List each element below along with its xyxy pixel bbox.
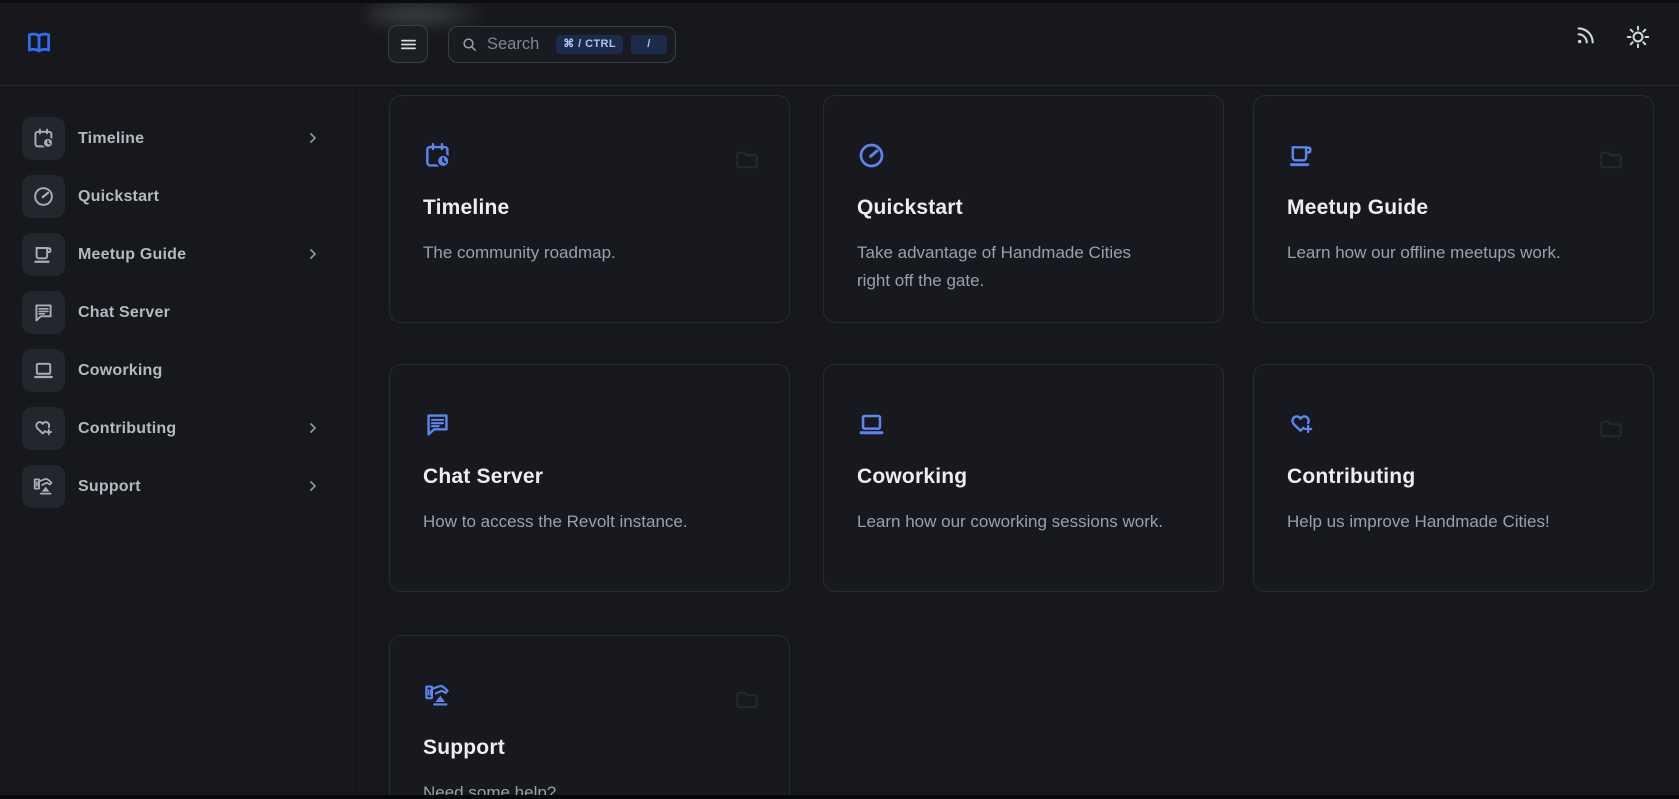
sidebar-item-support[interactable]: Support [22,465,335,508]
chevron-right-icon[interactable] [306,421,320,435]
card-chat-server[interactable]: Chat Server How to access the Revolt ins… [389,364,790,592]
sidebar-item-label: Support [78,478,141,496]
sidebar-navigation: Timeline Quickstart [0,87,357,799]
laptop-icon [22,349,65,392]
sidebar-item-label: Quickstart [78,188,159,206]
sidebar-item-label: Coworking [78,362,162,380]
shortcut-badge-cmd-ctrl: ⌘ / CTRL [556,35,623,54]
search-icon [461,36,479,54]
card-coworking[interactable]: Coworking Learn how our coworking sessio… [823,364,1224,592]
heart-plus-icon [1287,410,1316,439]
header-actions [1574,24,1650,49]
card-contributing[interactable]: Contributing Help us improve Handmade Ci… [1253,364,1654,592]
calendar-clock-icon [22,117,65,160]
card-title: Support [423,736,505,760]
card-title: Contributing [1287,465,1415,489]
card-description: Take advantage of Handmade Cities right … [857,239,1167,294]
sun-theme-toggle-icon[interactable] [1625,24,1650,49]
chat-bubble-icon [22,291,65,334]
redacted-site-title-blur [366,1,494,28]
card-description: The community roadmap. [423,239,733,267]
helping-hand-icon [22,465,65,508]
shortcut-badge-slash: / [631,35,667,54]
folder-icon [734,687,759,712]
chevron-right-icon[interactable] [306,247,320,261]
chevron-right-icon[interactable] [306,131,320,145]
card-description: Learn how our offline meetups work. [1287,239,1597,267]
heart-plus-icon [22,407,65,450]
hamburger-icon [398,34,419,55]
gauge-icon [22,175,65,218]
card-support[interactable]: Support Need some help? [389,635,790,799]
laptop-icon [857,410,886,439]
card-title: Meetup Guide [1287,196,1428,220]
window-bottom-edge [0,795,1679,799]
sidebar-item-label: Timeline [78,130,144,148]
card-description: Learn how our coworking sessions work. [857,508,1167,536]
calendar-clock-icon [423,141,452,170]
docs-app-window: Search ⌘ / CTRL / [0,0,1679,799]
card-title: Chat Server [423,465,543,489]
folder-icon [734,147,759,172]
open-book-logo-icon[interactable] [23,30,55,56]
sidebar-item-label: Contributing [78,420,176,438]
hamburger-menu-button[interactable] [388,25,428,63]
sidebar-item-meetup-guide[interactable]: Meetup Guide [22,233,335,276]
window-top-edge [0,0,1679,3]
helping-hand-icon [423,681,452,710]
card-meetup-guide[interactable]: Meetup Guide Learn how our offline meetu… [1253,95,1654,323]
sidebar-item-quickstart[interactable]: Quickstart [22,175,335,218]
card-timeline[interactable]: Timeline The community roadmap. [389,95,790,323]
coffee-cup-icon [22,233,65,276]
chat-bubble-icon [423,410,452,439]
rss-feed-icon[interactable] [1574,24,1599,49]
card-title: Timeline [423,196,509,220]
sidebar-item-chat-server[interactable]: Chat Server [22,291,335,334]
sidebar-item-label: Meetup Guide [78,246,186,264]
folder-icon [1598,147,1623,172]
gauge-icon [857,141,886,170]
card-description: How to access the Revolt instance. [423,508,733,536]
card-description: Help us improve Handmade Cities! [1287,508,1597,536]
chevron-right-icon[interactable] [306,479,320,493]
site-header: Search ⌘ / CTRL / [0,0,1679,86]
search-placeholder: Search [487,35,548,54]
folder-icon [1598,416,1623,441]
sidebar-item-contributing[interactable]: Contributing [22,407,335,450]
coffee-cup-icon [1287,141,1316,170]
sidebar-item-coworking[interactable]: Coworking [22,349,335,392]
card-title: Quickstart [857,196,963,220]
sidebar-item-label: Chat Server [78,304,170,322]
card-title: Coworking [857,465,967,489]
card-quickstart[interactable]: Quickstart Take advantage of Handmade Ci… [823,95,1224,323]
sidebar-item-timeline[interactable]: Timeline [22,117,335,160]
search-input[interactable]: Search ⌘ / CTRL / [448,26,676,63]
